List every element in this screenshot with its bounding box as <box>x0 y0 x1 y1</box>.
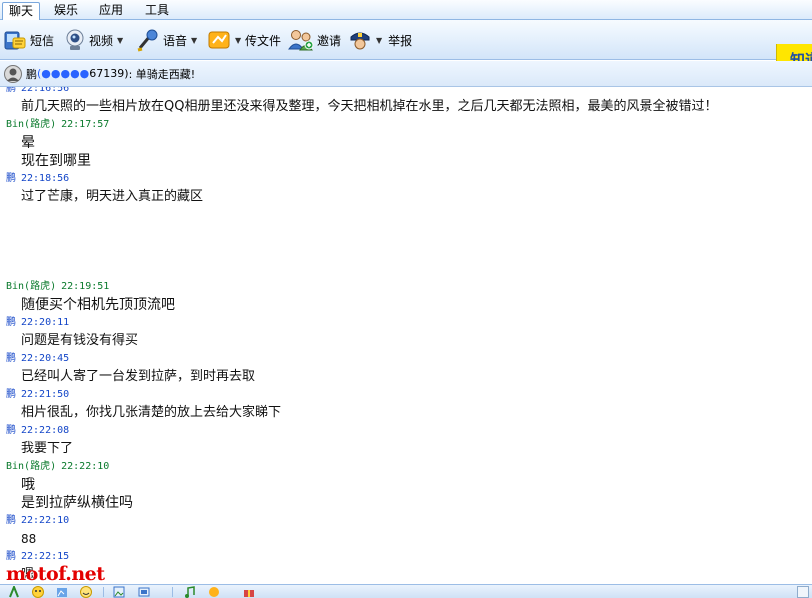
message-header: 鹏 22:22:10 <box>0 512 812 530</box>
bottom-separator <box>172 587 173 597</box>
message-text: 现在到哪里 <box>21 153 91 169</box>
font-icon[interactable] <box>8 586 20 598</box>
screenshot-icon[interactable] <box>138 586 150 598</box>
message-text: 88 <box>21 532 37 546</box>
video-button[interactable]: 视频 ▼ <box>64 26 123 54</box>
avatar-icon[interactable] <box>4 64 22 83</box>
message-sender[interactable]: 鹏 <box>6 551 16 562</box>
police-report-icon <box>350 32 370 50</box>
send-image-icon[interactable] <box>113 586 125 598</box>
message-header: 鹏 22:16:56 <box>0 87 812 98</box>
contact-status-strip: 鹏 (●●●●● 67139) : 单骑走西藏! <box>0 61 812 87</box>
voice-dropdown-icon[interactable]: ▼ <box>191 36 197 45</box>
bottom-separator <box>103 587 104 597</box>
sms-button[interactable]: 短信 <box>3 26 54 54</box>
message-timestamp: 22:22:10 <box>21 515 70 526</box>
resize-handle[interactable] <box>797 586 809 598</box>
message-sender[interactable]: 鹏 <box>6 173 16 184</box>
message-header: 鹏 22:22:15 <box>0 548 812 566</box>
invite-label: 邀请 <box>317 33 342 48</box>
shake-window-icon[interactable] <box>80 586 92 598</box>
report-label: 举报 <box>388 33 413 48</box>
contact-id-masked: (●●●●● <box>37 67 90 80</box>
tools-dropdown-icon[interactable]: ▼ <box>235 36 241 45</box>
message-header: Bin(路虎) 22:22:10 <box>0 458 812 476</box>
sms-icon <box>4 31 26 50</box>
message-sender[interactable]: 鹏 <box>6 425 16 436</box>
message-sender[interactable]: Bin(路虎) <box>6 461 56 472</box>
tab-apps[interactable]: 应用 <box>93 2 129 20</box>
webcam-icon <box>66 29 84 50</box>
file-transfer-label: 传文件 <box>245 33 282 48</box>
video-dropdown-icon[interactable]: ▼ <box>117 36 123 45</box>
report-button[interactable]: ▼ 举报 <box>348 26 412 54</box>
emoticon-icon[interactable] <box>32 586 44 598</box>
message-header: 鹏 22:18:56 <box>0 170 812 188</box>
invite-users-icon <box>288 30 314 51</box>
message-timestamp: 22:22:15 <box>21 551 70 562</box>
message-timestamp: 22:21:50 <box>21 389 70 400</box>
message-text: 过了芒康，明天进入真正的藏区 <box>21 189 204 204</box>
message-sender[interactable]: 鹏 <box>6 515 16 526</box>
tab-entertainment[interactable]: 娱乐 <box>48 2 84 20</box>
file-transfer-button[interactable]: 传文件 <box>245 26 281 54</box>
magic-emoticon-icon[interactable] <box>56 586 68 598</box>
gift-icon[interactable] <box>243 586 255 598</box>
video-label: 视频 <box>89 33 114 48</box>
report-dropdown-icon[interactable]: ▼ <box>376 36 382 45</box>
voice-button[interactable]: 语音 ▼ <box>136 26 197 54</box>
message-header: Bin(路虎) 22:17:57 <box>0 116 812 134</box>
invite-button[interactable]: 邀请 <box>288 26 341 54</box>
message-header: 鹏 22:21:50 <box>0 386 812 404</box>
message-sender[interactable]: Bin(路虎) <box>6 119 56 130</box>
message-header: 鹏 22:20:11 <box>0 314 812 332</box>
contact-id: 67139) <box>89 67 129 80</box>
message-sender[interactable]: 鹏 <box>6 389 16 400</box>
message-timestamp: 22:19:51 <box>61 281 110 292</box>
message-text: 已经叫人寄了一台发到拉萨，到时再去取 <box>21 369 256 384</box>
chat-message-list: 鹏 22:16:56 前几天照的一些相片放在QQ相册里还没来得及整理，今天把相机掉在… <box>0 87 812 584</box>
watermark: motof.net <box>6 563 105 585</box>
chat-message-log[interactable]: 鹏 22:16:56 前几天照的一些相片放在QQ相册里还没来得及整理，今天把相机掉在… <box>0 87 812 584</box>
message-text: 晕 <box>21 135 35 151</box>
app-tools-icon <box>208 31 230 49</box>
scrawl-icon[interactable] <box>208 586 220 598</box>
message-text: 问题是有钱没有得买 <box>21 333 139 348</box>
message-timestamp: 22:22:08 <box>21 425 70 436</box>
message-timestamp: 22:18:56 <box>21 173 70 184</box>
message-gap <box>0 206 812 278</box>
message-timestamp: 22:17:57 <box>61 119 110 130</box>
menu-bar: 聊天 娱乐 应用 工具 <box>0 0 812 20</box>
message-timestamp: 22:20:45 <box>21 353 70 364</box>
message-sender[interactable]: Bin(路虎) <box>6 281 56 292</box>
toolbar: 短信 视频 ▼ 语音 ▼ ▼ 传文件 邀请 ▼ 举报 知 <box>0 20 812 76</box>
microphone-icon <box>137 29 158 52</box>
message-timestamp: 22:22:10 <box>61 461 110 472</box>
message-timestamp: 22:16:56 <box>21 87 70 94</box>
tab-tools[interactable]: 工具 <box>139 2 175 20</box>
message-sender[interactable]: 鹏 <box>6 353 16 364</box>
message-text: 相片很乱，你找几张清楚的放上去给大家睇下 <box>21 405 282 420</box>
input-toolbar <box>0 584 812 598</box>
message-timestamp: 22:20:11 <box>21 317 70 328</box>
message-sender[interactable]: 鹏 <box>6 317 16 328</box>
message-header: Bin(路虎) 22:19:51 <box>0 278 812 296</box>
message-text: 前几天照的一些相片放在QQ相册里还没来得及整理，今天把相机掉在水里，之后几天都无… <box>21 99 718 114</box>
message-header: 鹏 22:20:45 <box>0 350 812 368</box>
contact-signature: : 单骑走西藏! <box>128 67 196 81</box>
music-icon[interactable] <box>184 586 196 598</box>
contact-name: 鹏 <box>26 67 37 81</box>
message-text: 是到拉萨纵横住吗 <box>21 495 133 511</box>
sms-label: 短信 <box>30 33 55 48</box>
voice-label: 语音 <box>163 33 188 48</box>
message-sender[interactable]: 鹏 <box>6 87 16 94</box>
message-text: 哦 <box>21 477 35 493</box>
tab-chat[interactable]: 聊天 <box>2 2 40 20</box>
tools-dropdown-button[interactable]: ▼ <box>207 26 241 54</box>
message-text: 我要下了 <box>21 441 74 456</box>
message-text: 嗯 <box>21 567 35 582</box>
message-text: 随便买个相机先顶顶流吧 <box>21 297 175 313</box>
message-header: 鹏 22:22:08 <box>0 422 812 440</box>
